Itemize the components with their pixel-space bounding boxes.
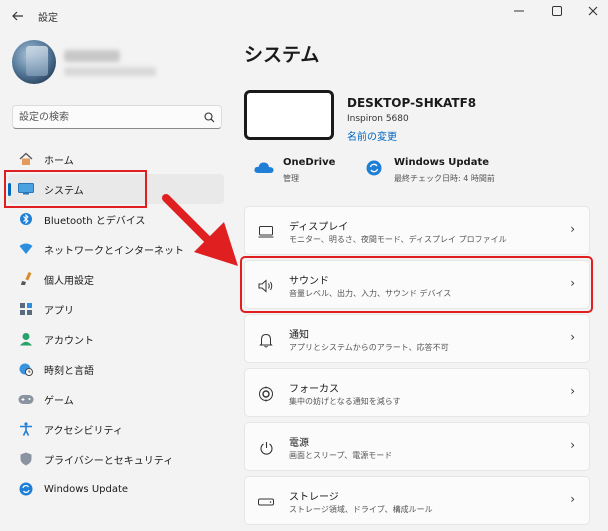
user-name-blurred	[64, 50, 120, 62]
gamepad-icon	[18, 391, 34, 407]
device-name: DESKTOP-SHKATF8	[347, 96, 477, 110]
settings-search[interactable]	[12, 105, 222, 129]
bluetooth-icon	[18, 211, 34, 227]
sidebar-item-apps[interactable]: アプリ	[8, 294, 224, 324]
card-title: ディスプレイ	[289, 222, 349, 233]
sidebar-item-accounts[interactable]: アカウント	[8, 324, 224, 354]
accessibility-icon	[18, 421, 34, 437]
highlight-box-sound	[240, 256, 593, 313]
card-title: フォーカス	[289, 384, 339, 395]
maximize-icon[interactable]	[538, 0, 576, 22]
focus-card[interactable]: フォーカス 集中の妨げとなる通知を減らす ›	[244, 368, 590, 417]
sidebar-item-label: アカウント	[44, 335, 94, 347]
power-icon	[257, 439, 275, 457]
close-icon[interactable]	[574, 0, 608, 22]
sidebar-item-gaming[interactable]: ゲーム	[8, 384, 224, 414]
sidebar-item-label: プライバシーとセキュリティ	[44, 455, 174, 467]
search-icon	[204, 112, 215, 123]
highlight-box-system	[4, 170, 147, 208]
sidebar-item-label: アクセシビリティ	[44, 425, 123, 437]
card-subtitle: ストレージ領域、ドライブ、構成ルール	[289, 505, 433, 514]
chevron-right-icon: ›	[570, 438, 575, 452]
chevron-right-icon: ›	[570, 330, 575, 344]
card-title: 通知	[289, 330, 309, 341]
card-title: ストレージ	[289, 492, 339, 503]
title-bar: 設定	[0, 0, 608, 32]
apps-icon	[18, 301, 34, 317]
shield-icon	[18, 451, 34, 467]
display-icon	[257, 223, 275, 241]
notifications-card[interactable]: 通知 アプリとシステムからのアラート、応答不可 ›	[244, 314, 590, 363]
device-model: Inspiron 5680	[347, 114, 409, 124]
sidebar-item-label: Windows Update	[44, 483, 129, 495]
bell-icon	[257, 331, 275, 349]
sidebar-item-label: ホーム	[44, 155, 74, 167]
sidebar-item-label: 時刻と言語	[44, 365, 94, 377]
sidebar-item-time-language[interactable]: 時刻と言語	[8, 354, 224, 384]
display-card[interactable]: ディスプレイ モニター、明るさ、夜間モード、ディスプレイ プロファイル ›	[244, 206, 590, 255]
chevron-right-icon: ›	[570, 222, 575, 236]
storage-card[interactable]: ストレージ ストレージ領域、ドライブ、構成ルール ›	[244, 476, 590, 525]
onedrive-icon[interactable]	[254, 160, 274, 174]
onedrive-title[interactable]: OneDrive	[283, 157, 335, 168]
storage-icon	[257, 493, 275, 511]
windows-update-icon[interactable]	[366, 160, 382, 176]
account-icon	[18, 331, 34, 347]
focus-icon	[257, 385, 275, 403]
home-icon	[18, 151, 34, 167]
chevron-right-icon: ›	[570, 492, 575, 506]
card-subtitle: 集中の妨げとなる通知を減らす	[289, 397, 401, 406]
avatar	[12, 40, 56, 84]
chevron-right-icon: ›	[570, 384, 575, 398]
power-card[interactable]: 電源 画面とスリープ、電源モード ›	[244, 422, 590, 471]
back-arrow-icon[interactable]	[8, 6, 28, 26]
globe-clock-icon	[18, 361, 34, 377]
sidebar-item-privacy[interactable]: プライバシーとセキュリティ	[8, 444, 224, 474]
brush-icon	[18, 271, 34, 287]
card-subtitle: モニター、明るさ、夜間モード、ディスプレイ プロファイル	[289, 235, 507, 244]
network-icon	[18, 241, 34, 257]
user-email-blurred	[64, 67, 156, 76]
onedrive-subtitle: 管理	[283, 174, 299, 183]
windows-update-subtitle: 最終チェック日時: 4 時間前	[394, 174, 495, 183]
card-subtitle: アプリとシステムからのアラート、応答不可	[289, 343, 449, 352]
update-icon	[18, 481, 34, 497]
sidebar-item-label: Bluetooth とデバイス	[44, 215, 146, 227]
sidebar-item-accessibility[interactable]: アクセシビリティ	[8, 414, 224, 444]
card-subtitle: 画面とスリープ、電源モード	[289, 451, 393, 460]
sidebar-item-label: ゲーム	[44, 395, 74, 407]
sidebar-item-windows-update[interactable]: Windows Update	[8, 474, 224, 504]
sidebar-item-label: 個人用設定	[44, 275, 94, 287]
card-title: 電源	[289, 438, 309, 449]
minimize-icon[interactable]	[500, 0, 538, 22]
device-image	[244, 90, 334, 140]
search-input[interactable]	[19, 109, 199, 125]
sidebar-item-label: アプリ	[44, 305, 74, 317]
windows-update-title[interactable]: Windows Update	[394, 157, 489, 168]
app-title: 設定	[38, 13, 58, 24]
page-title: システム	[244, 44, 320, 66]
red-arrow-icon	[162, 194, 238, 266]
rename-link[interactable]: 名前の変更	[347, 128, 397, 143]
